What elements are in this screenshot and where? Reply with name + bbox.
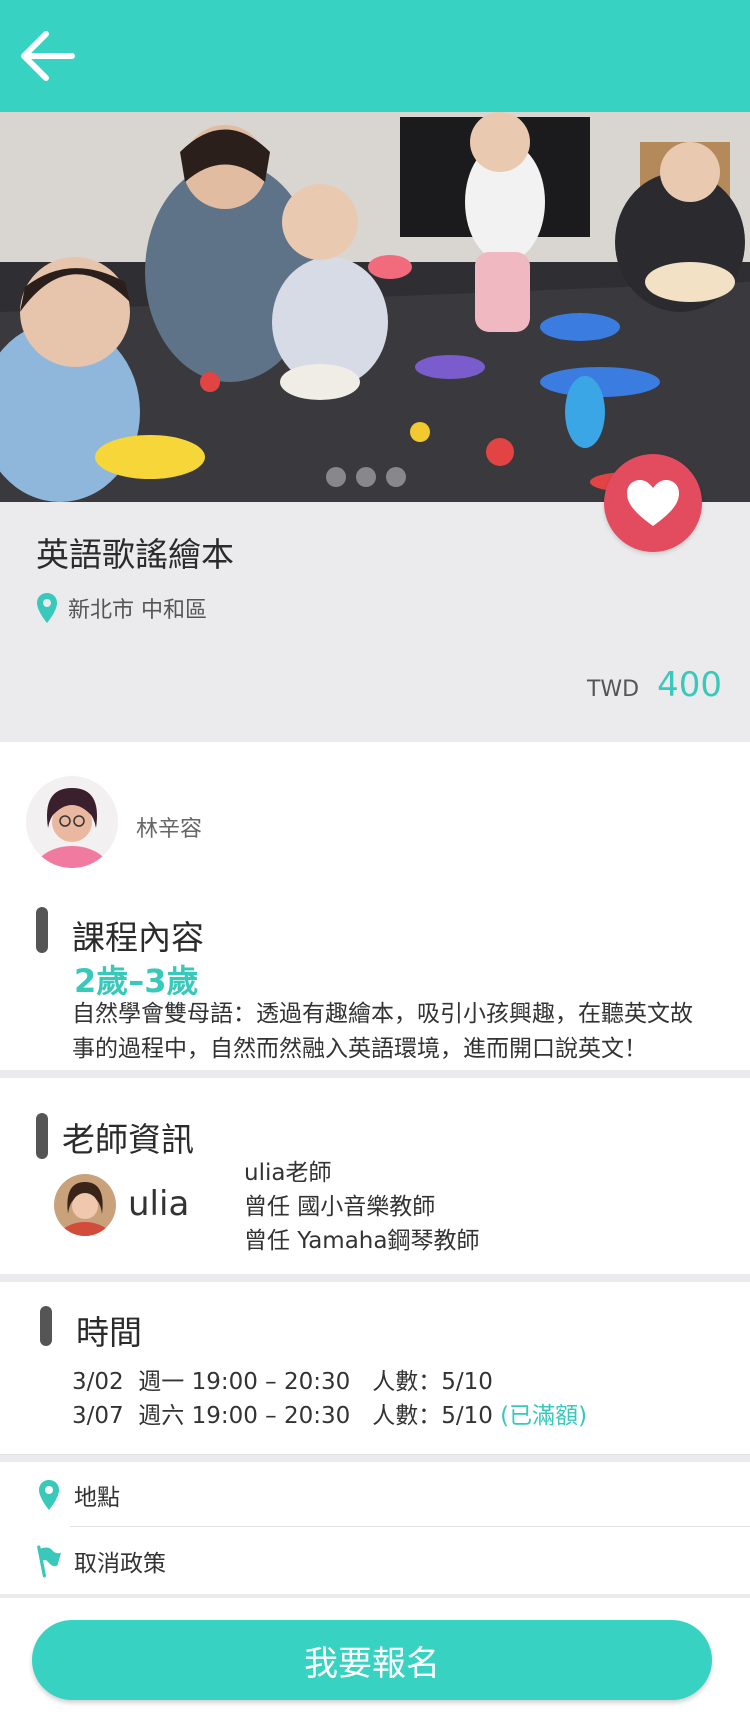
teacher-name: ulia — [128, 1184, 190, 1224]
session-text: 3/02 週一 19:00 – 20:30 人數：5/10 — [72, 1369, 493, 1395]
price-currency: TWD — [586, 677, 640, 702]
teacher-avatar[interactable] — [54, 1174, 116, 1236]
app-header — [0, 0, 750, 112]
full-badge: (已滿額) — [500, 1403, 588, 1429]
host-avatar-image — [26, 776, 118, 868]
teacher-bio-line: ulia老師 — [244, 1160, 332, 1186]
host-avatar[interactable] — [26, 776, 118, 868]
cancel-policy-row[interactable]: 取消政策 — [0, 1528, 750, 1594]
teacher-avatar-image — [54, 1174, 116, 1236]
heart-icon — [627, 480, 679, 526]
map-pin-icon — [37, 593, 57, 623]
flag-icon — [37, 1545, 62, 1578]
carousel-dot[interactable] — [386, 467, 406, 487]
carousel-dot[interactable] — [356, 467, 376, 487]
teacher-bio-line: 曾任 Yamaha鋼琴教師 — [244, 1228, 480, 1254]
course-title: 英語歌謠繪本 — [36, 535, 234, 574]
location-label: 地點 — [74, 1485, 120, 1511]
signup-button[interactable]: 我要報名 — [32, 1620, 712, 1700]
session-text: 3/07 週六 19:00 – 20:30 人數：5/10 — [72, 1403, 501, 1429]
carousel-dot[interactable] — [326, 467, 346, 487]
favorite-button[interactable] — [604, 454, 702, 552]
hero-carousel[interactable] — [0, 112, 750, 502]
section-marker — [36, 1113, 48, 1159]
price: TWD 400 — [587, 665, 722, 705]
section-title-teacher: 老師資訊 — [62, 1120, 194, 1159]
carousel-indicators — [326, 467, 406, 487]
session-row: 3/02 週一 19:00 – 20:30 人數：5/10 — [72, 1362, 493, 1396]
class-photo — [0, 112, 750, 502]
course-description: 自然學會雙母語：透過有趣繪本，吸引小孩興趣，在聽英文故事的過程中，自然而然融入英… — [72, 1001, 693, 1062]
host-name: 林辛容 — [136, 817, 203, 842]
teacher-bio-line: 曾任 國小音樂教師 — [244, 1194, 436, 1220]
section-title-time: 時間 — [76, 1313, 142, 1352]
section-title-content: 課程內容 — [72, 918, 204, 957]
session-row: 3/07 週六 19:00 – 20:30 人數：5/10 (已滿額) — [72, 1396, 587, 1430]
teacher-bio: ulia老師 曾任 國小音樂教師 曾任 Yamaha鋼琴教師 — [244, 1156, 479, 1258]
age-range: 2歲–3歲 — [74, 962, 199, 1000]
divider — [70, 1526, 750, 1527]
section-marker — [36, 907, 48, 953]
section-marker — [40, 1306, 52, 1346]
cancel-policy-label: 取消政策 — [74, 1551, 166, 1577]
course-location: 新北市 中和區 — [36, 592, 207, 624]
location-row[interactable]: 地點 — [0, 1462, 750, 1528]
map-pin-icon — [39, 1480, 59, 1510]
price-value: 400 — [657, 665, 722, 705]
back-button[interactable] — [18, 26, 78, 86]
divider — [0, 1454, 750, 1455]
arrow-left-icon — [21, 31, 75, 81]
location-text: 新北市 中和區 — [68, 598, 207, 623]
